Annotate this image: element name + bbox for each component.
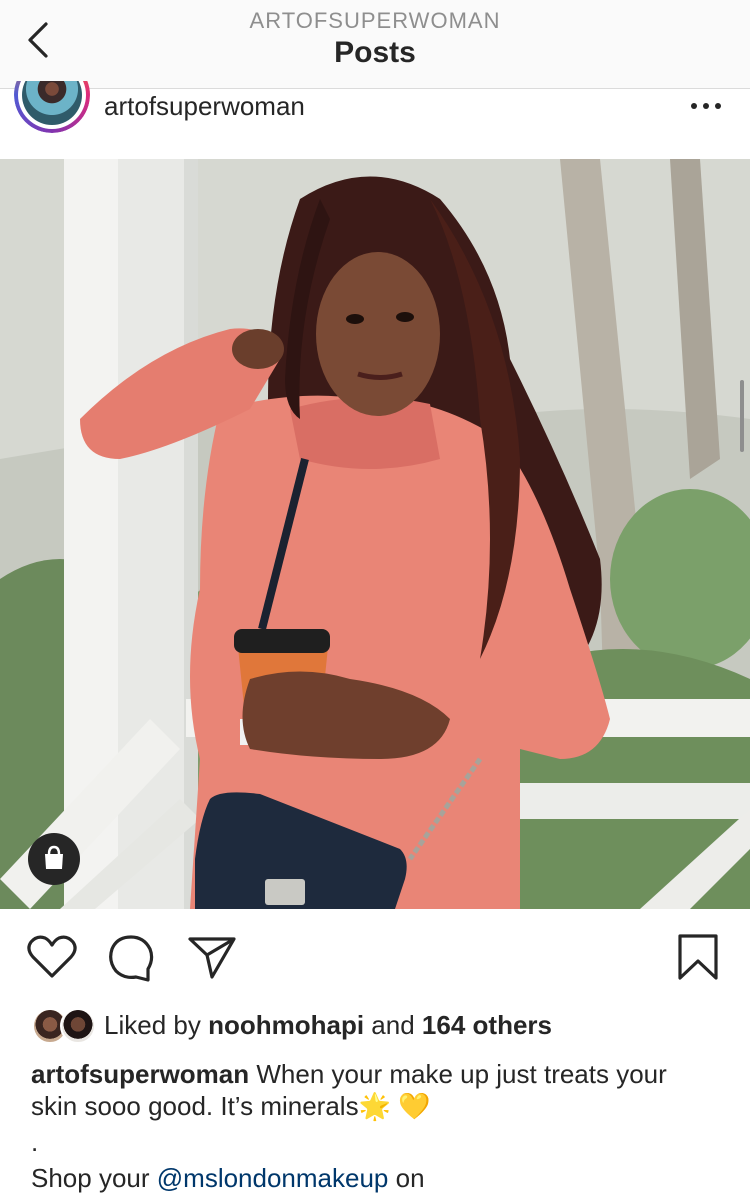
post-header: artofsuperwoman <box>0 81 750 159</box>
comment-button[interactable] <box>106 933 156 988</box>
scrollbar[interactable] <box>740 380 744 452</box>
post-caption: artofsuperwoman When your make up just t… <box>31 1058 711 1194</box>
top-navigation-bar: ARTOFSUPERWOMAN Posts <box>0 0 750 89</box>
avatar <box>60 1008 96 1044</box>
post-actions-bar <box>0 909 750 999</box>
caption-shop-prefix: Shop your <box>31 1163 150 1193</box>
liker-avatars <box>32 1008 96 1044</box>
send-icon <box>188 937 236 979</box>
bookmark-icon <box>678 934 718 980</box>
likes-summary: Liked by noohmohapi and 164 others <box>104 1010 552 1041</box>
caption-mention[interactable]: @mslondonmakeup <box>157 1163 389 1193</box>
caption-shop-line: Shop your @mslondonmakeup on <box>31 1162 711 1194</box>
post-photo-illustration <box>0 159 750 909</box>
likes-row[interactable]: Liked by noohmohapi and 164 others <box>0 1004 750 1048</box>
caption-emoji: 🌟 💛 <box>358 1091 431 1121</box>
save-button[interactable] <box>676 933 720 986</box>
likes-conjunction: and <box>371 1010 415 1040</box>
liker-username[interactable]: noohmohapi <box>208 1010 364 1040</box>
post-image[interactable] <box>0 159 750 909</box>
caption-dot: . <box>31 1127 39 1157</box>
more-horizontal-icon <box>691 103 697 109</box>
shop-button[interactable] <box>28 833 80 885</box>
comment-icon <box>109 935 154 982</box>
caption-username[interactable]: artofsuperwoman <box>31 1059 249 1089</box>
shopping-bag-icon <box>45 845 63 869</box>
header-account-name: ARTOFSUPERWOMAN <box>249 8 501 33</box>
likes-count[interactable]: 164 others <box>422 1010 552 1040</box>
more-options-button[interactable] <box>688 97 724 117</box>
likes-prefix: Liked by <box>104 1010 201 1040</box>
like-button[interactable] <box>26 933 78 986</box>
avatar[interactable] <box>14 81 90 133</box>
post-username[interactable]: artofsuperwoman <box>104 91 305 122</box>
heart-icon <box>27 935 77 978</box>
page-title: Posts <box>334 36 416 69</box>
share-button[interactable] <box>186 933 238 986</box>
caption-shop-suffix: on <box>395 1163 425 1193</box>
